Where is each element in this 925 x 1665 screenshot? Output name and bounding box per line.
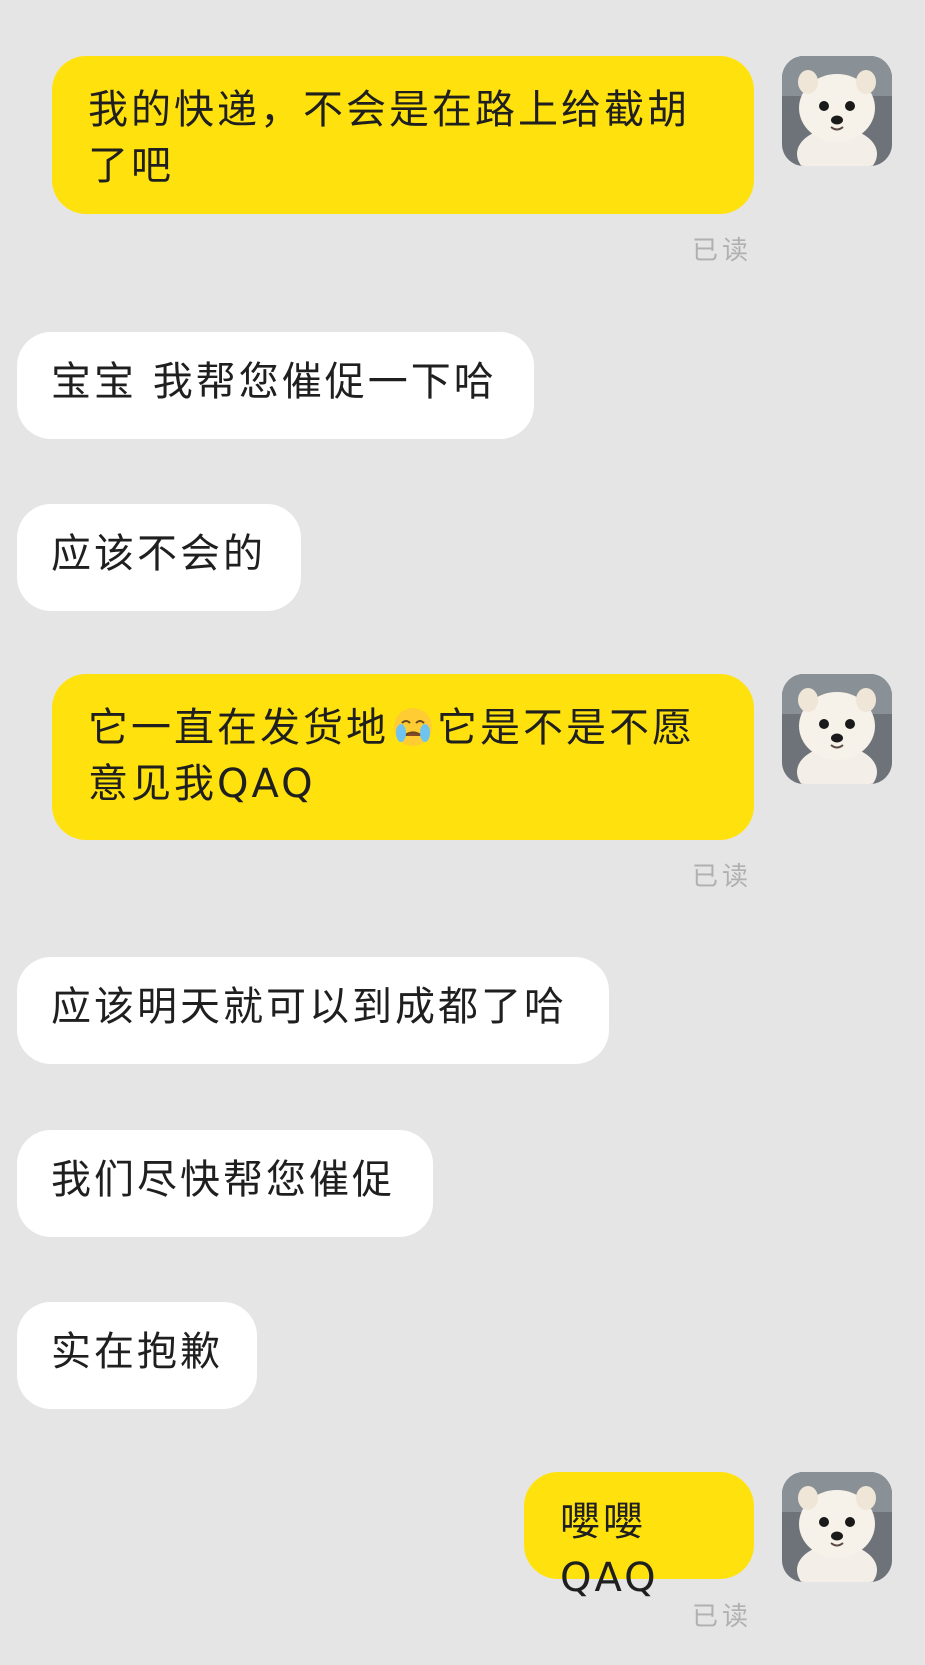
pomeranian-dog-avatar-icon bbox=[782, 1472, 892, 1582]
read-status: 已读 bbox=[692, 236, 753, 266]
read-status: 已读 bbox=[692, 862, 753, 892]
message-text: 宝宝 我帮您催促一下哈 bbox=[51, 359, 497, 405]
message-text: 应该明天就可以到成都了哈 bbox=[51, 984, 567, 1030]
my-avatar[interactable] bbox=[782, 674, 892, 784]
agent-message-bubble[interactable]: 我们尽快帮您催促 bbox=[17, 1130, 433, 1237]
pomeranian-dog-avatar-icon bbox=[782, 56, 892, 166]
agent-message-bubble[interactable]: 应该明天就可以到成都了哈 bbox=[17, 957, 609, 1064]
my-message-bubble[interactable]: 我的快递，不会是在路上给截胡了吧 bbox=[52, 56, 754, 214]
message-text: 嚶嚶QAQ bbox=[560, 1499, 659, 1601]
agent-message-bubble[interactable]: 宝宝 我帮您催促一下哈 bbox=[17, 332, 534, 439]
my-avatar[interactable] bbox=[782, 1472, 892, 1582]
message-text-before-emoji: 它一直在发货地 bbox=[88, 705, 389, 751]
agent-message-bubble[interactable]: 实在抱歉 bbox=[17, 1302, 257, 1409]
message-text: 我的快递，不会是在路上给截胡了吧 bbox=[88, 87, 690, 189]
message-text: 我们尽快帮您催促 bbox=[51, 1157, 395, 1203]
chat-screen: { "messages": [ { "side": "mine", "text"… bbox=[0, 0, 925, 1665]
message-text: 应该不会的 bbox=[51, 531, 266, 577]
my-message-bubble[interactable]: 嚶嚶QAQ bbox=[524, 1472, 754, 1601]
my-message-bubble[interactable]: 它一直在发货地 它是不是不愿意见我QAQ bbox=[52, 674, 754, 840]
message-text: 实在抱歉 bbox=[51, 1329, 223, 1375]
pomeranian-dog-avatar-icon bbox=[782, 674, 892, 784]
read-status: 已读 bbox=[692, 1602, 753, 1632]
agent-message-bubble[interactable]: 应该不会的 bbox=[17, 504, 301, 611]
crying-face-icon bbox=[391, 705, 435, 749]
my-avatar[interactable] bbox=[782, 56, 892, 166]
